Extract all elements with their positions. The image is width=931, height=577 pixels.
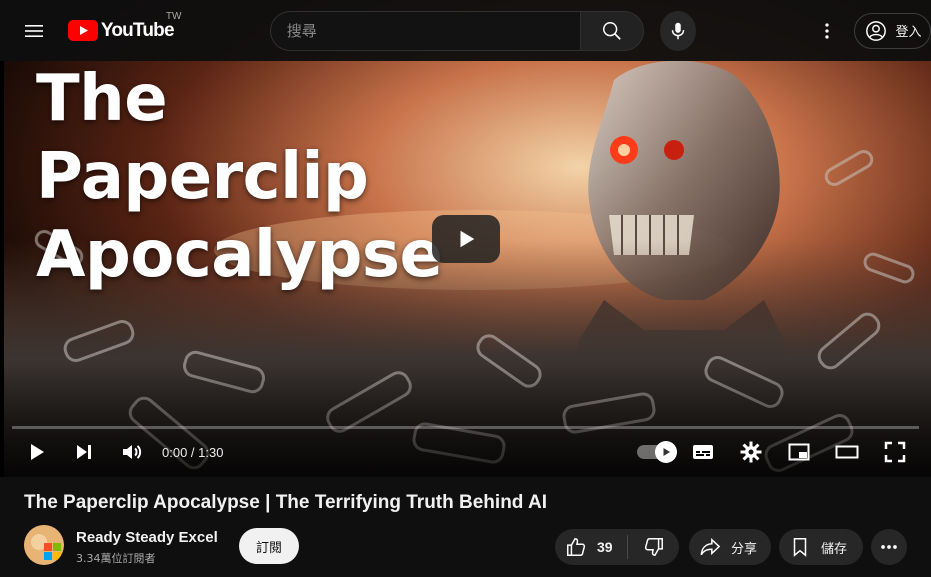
thumbnail-title-text: The Paperclip Apocalypse	[36, 62, 443, 292]
share-arrow-icon	[700, 537, 721, 556]
channel-avatar-image	[24, 525, 64, 565]
video-title: The Paperclip Apocalypse | The Terrifyin…	[24, 492, 547, 513]
miniplayer-button[interactable]	[775, 432, 823, 472]
account-icon	[866, 20, 887, 41]
guide-menu-button[interactable]	[16, 11, 52, 51]
like-dislike-group: 39	[555, 529, 679, 565]
gear-icon	[740, 441, 762, 463]
channel-row: Ready Steady Excel 3.34萬位訂閱者 訂閱 39 分享 儲存	[24, 523, 914, 567]
fullscreen-icon	[884, 441, 906, 463]
skip-next-icon	[77, 445, 91, 459]
logo-wordmark: YouTube	[100, 19, 175, 41]
masthead: YouTube TW 登入	[0, 0, 931, 61]
theater-mode-button[interactable]	[823, 432, 871, 472]
sign-in-button[interactable]: 登入	[854, 12, 931, 49]
more-vertical-icon	[824, 22, 829, 39]
subtitles-button[interactable]	[679, 432, 727, 472]
share-label: 分享	[731, 541, 758, 557]
search-button[interactable]	[579, 10, 644, 51]
mute-button[interactable]	[108, 432, 156, 472]
next-button[interactable]	[60, 432, 108, 472]
thumbs-up-icon	[567, 538, 586, 556]
progress-bar[interactable]	[12, 426, 919, 429]
like-count: 39	[597, 539, 613, 555]
save-label: 儲存	[821, 541, 848, 557]
microphone-icon	[671, 22, 684, 39]
autoplay-toggle[interactable]	[631, 432, 679, 472]
search-bar	[269, 10, 644, 51]
play-icon	[31, 444, 44, 460]
dislike-button[interactable]	[628, 529, 679, 565]
subscribe-button[interactable]: 訂閱	[239, 528, 299, 564]
time-display: 0:00 / 1:30	[162, 444, 224, 460]
sign-in-label: 登入	[895, 25, 922, 40]
share-button[interactable]: 分享	[689, 529, 771, 565]
channel-name[interactable]: Ready Steady Excel	[76, 529, 218, 546]
country-code: TW	[165, 10, 182, 22]
thumbs-down-icon	[644, 538, 663, 556]
miniplayer-icon	[788, 443, 810, 461]
save-button[interactable]: 儲存	[779, 529, 863, 565]
like-button[interactable]: 39	[555, 529, 627, 565]
video-player[interactable]: The Paperclip Apocalypse 0:00 / 1:30	[0, 0, 931, 477]
player-controls: 0:00 / 1:30	[12, 432, 919, 472]
search-icon	[602, 21, 621, 40]
subscriber-count: 3.34萬位訂閱者	[76, 552, 156, 565]
bookmark-icon	[793, 538, 807, 557]
settings-button[interactable]	[727, 432, 775, 472]
volume-icon	[123, 445, 142, 459]
play-icon	[663, 448, 670, 456]
youtube-play-logo-icon	[67, 20, 98, 41]
youtube-logo[interactable]: YouTube TW	[67, 11, 181, 43]
large-play-button[interactable]	[432, 215, 500, 263]
fullscreen-button[interactable]	[871, 432, 919, 472]
subtitles-icon	[693, 445, 713, 459]
search-input[interactable]	[269, 10, 580, 51]
more-horizontal-icon	[881, 545, 897, 549]
theater-icon	[835, 445, 859, 459]
settings-menu-button[interactable]	[809, 11, 845, 51]
play-button[interactable]	[12, 432, 60, 472]
hamburger-menu-icon	[24, 24, 43, 37]
voice-search-button[interactable]	[659, 10, 696, 51]
play-icon	[460, 230, 475, 248]
channel-avatar[interactable]	[24, 525, 64, 565]
more-actions-button[interactable]	[871, 529, 907, 565]
